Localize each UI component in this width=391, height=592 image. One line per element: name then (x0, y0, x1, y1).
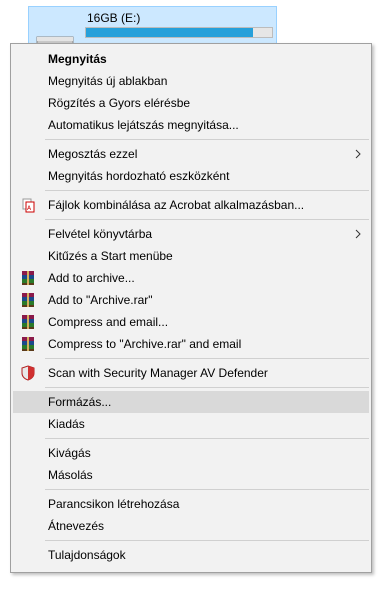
menu-separator (45, 438, 369, 439)
menu-item-pin-quick-access[interactable]: Rögzítés a Gyors elérésbe (13, 92, 369, 114)
menu-item-label: Automatikus lejátszás megnyitása... (48, 118, 239, 132)
menu-item-label: Kiadás (48, 417, 85, 431)
menu-item-compress-to-rar-and-email[interactable]: Compress to "Archive.rar" and email (13, 333, 369, 355)
menu-item-rename[interactable]: Átnevezés (13, 515, 369, 537)
drive-usage-bar (85, 27, 273, 38)
menu-item-eject[interactable]: Kiadás (13, 413, 369, 435)
menu-item-label: Kitűzés a Start menübe (48, 249, 173, 263)
menu-item-scan-security-manager[interactable]: Scan with Security Manager AV Defender (13, 362, 369, 384)
menu-item-label: Rögzítés a Gyors elérésbe (48, 96, 191, 110)
winrar-icon (22, 293, 34, 307)
acrobat-icon: A (22, 198, 35, 213)
menu-item-label: Megnyitás (48, 52, 107, 66)
menu-item-add-to-archive[interactable]: Add to archive... (13, 267, 369, 289)
menu-item-copy[interactable]: Másolás (13, 464, 369, 486)
drive-label: 16GB (E:) (87, 11, 141, 25)
menu-item-label: Add to "Archive.rar" (48, 293, 153, 307)
shield-icon (21, 365, 35, 381)
desktop-area: 16GB (E:) Megnyitás Megnyitás új ablakba… (0, 0, 391, 592)
menu-item-label: Másolás (48, 468, 93, 482)
menu-item-label: Fájlok kombinálása az Acrobat alkalmazás… (48, 198, 305, 212)
menu-item-include-in-library[interactable]: Felvétel könyvtárba (13, 223, 369, 245)
menu-item-add-to-archive-rar[interactable]: Add to "Archive.rar" (13, 289, 369, 311)
menu-item-label: Megnyitás hordozható eszközként (48, 169, 230, 183)
menu-item-label: Formázás... (48, 395, 112, 409)
menu-item-label: Parancsikon létrehozása (48, 497, 180, 511)
menu-item-open-as-portable-device[interactable]: Megnyitás hordozható eszközként (13, 165, 369, 187)
menu-item-properties[interactable]: Tulajdonságok (13, 544, 369, 566)
chevron-right-icon (355, 229, 361, 239)
menu-item-open[interactable]: Megnyitás (13, 48, 369, 70)
winrar-icon (22, 271, 34, 285)
menu-item-format[interactable]: Formázás... (13, 391, 369, 413)
menu-separator (45, 139, 369, 140)
menu-item-label: Megosztás ezzel (48, 147, 138, 161)
menu-item-create-shortcut[interactable]: Parancsikon létrehozása (13, 493, 369, 515)
menu-separator (45, 387, 369, 388)
menu-item-open-new-window[interactable]: Megnyitás új ablakban (13, 70, 369, 92)
menu-item-label: Compress to "Archive.rar" and email (48, 337, 242, 351)
menu-separator (45, 358, 369, 359)
menu-item-label: Felvétel könyvtárba (48, 227, 153, 241)
context-menu: Megnyitás Megnyitás új ablakban Rögzítés… (10, 43, 372, 573)
menu-item-acrobat-combine[interactable]: A Fájlok kombinálása az Acrobat alkalmaz… (13, 194, 369, 216)
menu-item-open-autoplay[interactable]: Automatikus lejátszás megnyitása... (13, 114, 369, 136)
chevron-right-icon (355, 149, 361, 159)
menu-item-pin-to-start[interactable]: Kitűzés a Start menübe (13, 245, 369, 267)
winrar-icon (22, 315, 34, 329)
menu-separator (45, 540, 369, 541)
menu-item-label: Megnyitás új ablakban (48, 74, 168, 88)
menu-item-share-with[interactable]: Megosztás ezzel (13, 143, 369, 165)
menu-separator (45, 489, 369, 490)
menu-item-cut[interactable]: Kivágás (13, 442, 369, 464)
menu-separator (45, 190, 369, 191)
menu-item-label: Add to archive... (48, 271, 135, 285)
menu-item-label: Tulajdonságok (48, 548, 126, 562)
drive-usage-fill (86, 28, 254, 37)
menu-item-label: Scan with Security Manager AV Defender (48, 366, 268, 380)
menu-item-label: Compress and email... (48, 315, 169, 329)
menu-item-label: Kivágás (48, 446, 91, 460)
menu-item-label: Átnevezés (48, 519, 105, 533)
menu-separator (45, 219, 369, 220)
winrar-icon (22, 337, 34, 351)
menu-item-compress-and-email[interactable]: Compress and email... (13, 311, 369, 333)
